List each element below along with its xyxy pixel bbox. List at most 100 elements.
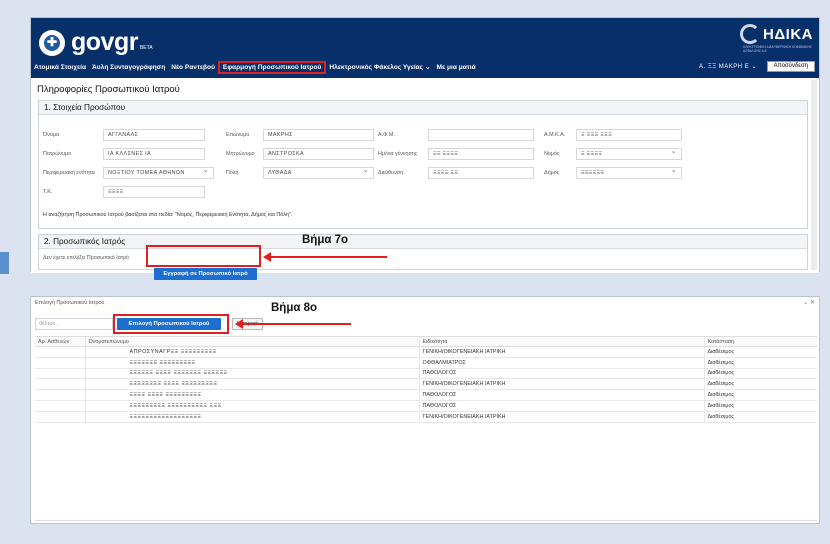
- status: Διαθέσιμος: [703, 389, 817, 401]
- table-row[interactable]: ΞΞΞΞ ΞΞΞΞ ΞΞΞΞΞΞΞΞΞ ΠΑΘΟΛΟΓΟΣ Διαθέσιμος: [35, 389, 817, 401]
- doctor-name: ΞΞΞΞΞΞ ΞΞΞΞ ΞΞΞΞΞΞΞ ΞΞΞΞΞΞ: [84, 368, 419, 380]
- nav-personal-details[interactable]: Ατομικά Στοιχεία: [31, 64, 89, 71]
- postal-code-field[interactable]: ΞΞΞΞ: [103, 186, 205, 198]
- specialty: ΓΕΝΙΚΗ/ΟΙΚΟΓΕΝΕΙΑΚΗ ΙΑΤΡΙΚΗ: [418, 411, 704, 423]
- nav-e-prescription[interactable]: Άυλη Συνταγογράφηση: [89, 64, 168, 71]
- govgr-wordmark: govgr: [71, 28, 138, 56]
- table-row[interactable]: ΞΞΞΞΞΞΞΞΞΞΞΞΞΞΞΞΞΞ ΓΕΝΙΚΗ/ΟΙΚΟΓΕΝΕΙΑΚΗ ΙΑ…: [35, 411, 817, 423]
- patient-count: [35, 389, 85, 401]
- municipality-select[interactable]: ΞΞΞΞΞΞ: [576, 167, 682, 179]
- last-name-field[interactable]: ΜΑΚΡΗΣ: [263, 129, 374, 141]
- step8-arrow: [235, 319, 351, 329]
- table-row[interactable]: ΞΞΞΞΞΞ ΞΞΞΞ ΞΞΞΞΞΞΞ ΞΞΞΞΞΞ ΠΑΘΟΛΟΓΟΣ Διαθέ…: [35, 368, 817, 380]
- doctors-table: Αρ. Ασθενών Ονοματεπώνυμο Ειδικότητα Κατ…: [35, 336, 817, 423]
- filter-input[interactable]: Φίλτρο...: [35, 318, 113, 330]
- specialty: ΟΦΘΑΛΜΙΑΤΡΟΣ: [418, 357, 704, 369]
- column-header[interactable]: Αρ. Ασθενών: [35, 336, 85, 347]
- specialty: ΠΑΘΟΛΟΓΟΣ: [418, 389, 704, 401]
- scrollbar[interactable]: [811, 80, 817, 270]
- table-row[interactable]: ΑΠΡΟΣΥΝΑΓΡΞΞ ΞΞΞΞΞΞΞΞΞ ΓΕΝΙΚΗ/ΟΙΚΟΓΕΝΕΙΑΚ…: [35, 346, 817, 358]
- city-label: Πόλη: [226, 170, 239, 176]
- column-header[interactable]: Ειδικότητα: [418, 336, 704, 347]
- doctor-name: ΞΞΞΞ ΞΞΞΞ ΞΞΞΞΞΞΞΞΞ: [84, 389, 419, 401]
- doctor-selection-dialog-screenshot: Επιλογή Προσωπικού Ιατρού ⌄ ✕ Φίλτρο... …: [30, 296, 820, 524]
- main-content: Πληροφορίες Προσωπικού Ιατρού 1. Στοιχεί…: [31, 78, 819, 280]
- table-row[interactable]: ΞΞΞΞΞΞΞΞΞ ΞΞΞΞΞΞΞΞΞΞ ΞΞΞ ΠΑΘΟΛΟΓΟΣ Διαθέσι…: [35, 400, 817, 412]
- no-doctor-text: Δεν έχετε επιλέξει Προσωπικό Ιατρό: [43, 255, 130, 261]
- patient-count: [35, 411, 85, 423]
- address-label: Διεύθυνση: [378, 170, 404, 176]
- step8-highlight: [113, 314, 229, 334]
- column-header[interactable]: Κατάσταση: [703, 336, 817, 347]
- gov-emblem-icon: [39, 29, 65, 56]
- step7-label: Βήμα 7ο: [302, 234, 349, 246]
- idika-mark-icon: [740, 24, 761, 44]
- first-name-label: Όνομα: [43, 132, 60, 138]
- doctor-name: ΞΞΞΞΞΞΞ ΞΞΞΞΞΞΞΞΞ: [84, 357, 419, 369]
- section-title: 1. Στοιχεία Προσώπου: [39, 101, 807, 115]
- father-name-label: Πατρώνυμο: [43, 151, 72, 157]
- dialog-controls[interactable]: ⌄ ✕: [803, 299, 815, 306]
- table-empty-area: [35, 435, 817, 521]
- dialog-title: Επιλογή Προσωπικού Ιατρού: [35, 300, 105, 306]
- table-row[interactable]: ΞΞΞΞΞΞΞ ΞΞΞΞΞΞΞΞΞ ΟΦΘΑΛΜΙΑΤΡΟΣ Διαθέσιμος: [35, 357, 817, 369]
- status: Διαθέσιμος: [703, 400, 817, 412]
- nav-at-a-glance[interactable]: Με μια ματιά: [434, 64, 479, 71]
- prefecture-label: Νομός: [544, 151, 560, 157]
- status: Διαθέσιμος: [703, 368, 817, 380]
- amka-label: Α.Μ.Κ.Α.: [544, 132, 566, 138]
- city-select[interactable]: ΛΥΘΑΔΑ: [263, 167, 374, 179]
- dob-field[interactable]: ΞΞ ΞΞΞΞ: [428, 148, 534, 160]
- doctor-name: ΞΞΞΞΞΞΞΞΞ ΞΞΞΞΞΞΞΞΞΞ ΞΞΞ: [84, 400, 419, 412]
- mother-name-label: Μητρώνυμο: [226, 151, 255, 157]
- patient-count: [35, 346, 85, 358]
- register-doctor-button[interactable]: Εγγραφή σε Προσωπικό Ιατρό: [154, 268, 257, 280]
- user-menu[interactable]: Α. ΞΞ ΜΑΚΡΗ Ε ⌄: [699, 63, 757, 70]
- prefecture-select[interactable]: Ξ ΞΞΞΞ: [576, 148, 682, 160]
- regional-unit-label: Περιφερειακή ενότητα: [43, 170, 95, 176]
- logout-button[interactable]: Αποσύνδεση: [766, 61, 815, 72]
- nav-new-appointment[interactable]: Νέο Ραντεβού: [168, 64, 218, 71]
- amka-field[interactable]: Ξ ΞΞΞ ΞΞΞ: [576, 129, 682, 141]
- specialty: ΓΕΝΙΚΗ/ΟΙΚΟΓΕΝΕΙΑΚΗ ΙΑΤΡΙΚΗ: [418, 346, 704, 358]
- postal-code-label: Τ.Κ.: [43, 189, 53, 195]
- idika-logo: ΗΔΙΚΑ ΗΛΕΚΤΡΟΝΙΚΗ ΔΙΑΚΥΒΕΡΝΗΣΗ ΚΟΙΝΩΝΙΚΗ…: [740, 24, 813, 53]
- afm-label: Α.Φ.Μ.: [378, 132, 395, 138]
- specialty: ΠΑΘΟΛΟΓΟΣ: [418, 400, 704, 412]
- column-header[interactable]: Ονοματεπώνυμο: [84, 336, 419, 347]
- dob-label: Ημ/νια γέννησης: [378, 151, 418, 157]
- top-navigation: Ατομικά Στοιχεία Άυλη Συνταγογράφηση Νέο…: [31, 60, 819, 74]
- doctor-name: ΞΞΞΞΞΞΞΞ ΞΞΞΞ ΞΞΞΞΞΞΞΞΞ: [84, 378, 419, 391]
- site-header: govgr BETA ΗΔΙΚΑ ΗΛΕΚΤΡΟΝΙΚΗ ΔΙΑΚΥΒΕΡΝΗΣ…: [31, 18, 819, 78]
- afm-field[interactable]: [428, 129, 534, 141]
- first-name-field[interactable]: ΑΓΓΛΝΑΛΣ: [103, 129, 205, 141]
- address-field[interactable]: ΞΞΞΞ ΞΞ: [428, 167, 534, 179]
- status: Διαθέσιμος: [703, 346, 817, 358]
- nav-personal-doctor[interactable]: Εφαρμογή Προσωπικού Ιατρού: [217, 60, 327, 74]
- municipality-label: Δήμος: [544, 170, 560, 176]
- father-name-field[interactable]: ΙΑ ΚΛΛΣΝΕΣ ΙΑ: [103, 148, 205, 160]
- specialty: ΠΑΘΟΛΟΓΟΣ: [418, 368, 704, 380]
- specialty: ΓΕΝΙΚΗ/ΟΙΚΟΓΕΝΕΙΑΚΗ ΙΑΤΡΙΚΗ: [418, 378, 704, 391]
- beta-badge: BETA: [139, 44, 153, 51]
- step7-arrow: [263, 252, 387, 262]
- patient-count: [35, 378, 85, 391]
- patient-count: [35, 368, 85, 380]
- table-row[interactable]: ΞΞΞΞΞΞΞΞ ΞΞΞΞ ΞΞΞΞΞΞΞΞΞ ΓΕΝΙΚΗ/ΟΙΚΟΓΕΝΕΙΑ…: [35, 378, 817, 391]
- doctor-name: ΑΠΡΟΣΥΝΑΓΡΞΞ ΞΞΞΞΞΞΞΞΞ: [84, 346, 419, 358]
- patient-count: [35, 400, 85, 412]
- step7-highlight: [146, 245, 261, 267]
- nav-health-record[interactable]: Ηλεκτρονικός Φάκελος Υγείας ⌄: [326, 63, 433, 71]
- table-header-row: Αρ. Ασθενών Ονοματεπώνυμο Ειδικότητα Κατ…: [35, 336, 817, 347]
- close-icon[interactable]: ⌄ ✕: [803, 300, 815, 306]
- side-accent-bar: [0, 252, 9, 274]
- step8-label: Βήμα 8ο: [271, 302, 318, 314]
- regional-unit-select[interactable]: ΝΟΞΤΙΟΥ ΤΟΜΕΑ ΑΘΗΝΩΝ: [103, 167, 214, 179]
- personal-doctor-page-screenshot: govgr BETA ΗΔΙΚΑ ΗΛΕΚΤΡΟΝΙΚΗ ΔΙΑΚΥΒΕΡΝΗΣ…: [30, 17, 820, 280]
- mother-name-field[interactable]: ΑΝΣΤΡΟΣΚΑ: [263, 148, 374, 160]
- status: Διαθέσιμος: [703, 378, 817, 391]
- page-title: Πληροφορίες Προσωπικού Ιατρού: [37, 84, 180, 95]
- govgr-logo[interactable]: govgr BETA: [39, 28, 153, 57]
- status: Διαθέσιμος: [703, 357, 817, 369]
- doctor-name: ΞΞΞΞΞΞΞΞΞΞΞΞΞΞΞΞΞΞ: [84, 411, 419, 423]
